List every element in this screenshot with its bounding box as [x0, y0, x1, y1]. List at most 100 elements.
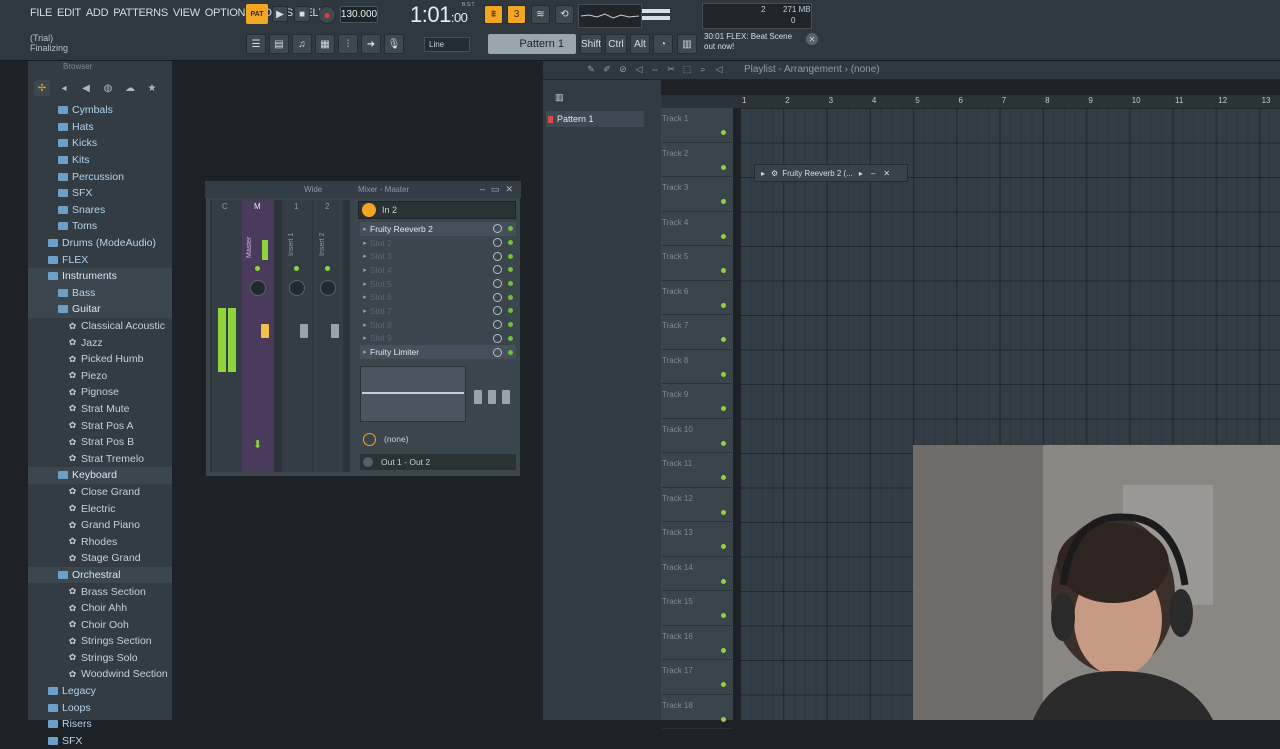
- news-close-button[interactable]: ✕: [806, 33, 818, 45]
- browser-folder-item[interactable]: Cymbals: [28, 102, 172, 119]
- news-panel[interactable]: 30:01 FLEX: Beat Scene out now!: [704, 32, 792, 52]
- effect-slot[interactable]: ▸ Slot 5: [360, 277, 516, 291]
- browser-folder-item[interactable]: FLEX: [28, 251, 172, 268]
- playback-icon[interactable]: ◁: [712, 64, 726, 75]
- track-header[interactable]: Track 9: [662, 384, 732, 419]
- slot-mix-knob[interactable]: [493, 224, 502, 234]
- track-header[interactable]: Track 3: [662, 177, 732, 212]
- track-header[interactable]: Track 12: [662, 488, 732, 522]
- track-enable-led[interactable]: [721, 268, 726, 273]
- tempo-display[interactable]: 130.000: [340, 6, 378, 23]
- mixer-strip-master[interactable]: M Master ⬇: [242, 200, 274, 472]
- effect-slot[interactable]: ▸ Slot 2: [360, 236, 516, 250]
- slot-mix-knob[interactable]: [493, 306, 502, 316]
- close-icon[interactable]: ✕: [506, 184, 514, 195]
- effect-slot[interactable]: ▸ Fruity Reeverb 2: [360, 222, 516, 236]
- eq-low-fader[interactable]: [474, 390, 482, 404]
- track-header[interactable]: Track 15: [662, 591, 732, 626]
- arrow-right-icon[interactable]: ▸: [859, 169, 863, 178]
- insert1-fader[interactable]: [300, 324, 308, 338]
- pat-song-toggle[interactable]: PAT: [246, 4, 268, 24]
- menu-view[interactable]: VIEW: [173, 7, 200, 19]
- insert1-pan-knob[interactable]: [289, 280, 305, 296]
- track-header[interactable]: Track 18: [662, 695, 732, 729]
- effect-slot[interactable]: ▸ Slot 7: [360, 304, 516, 318]
- slot-mix-knob[interactable]: [493, 292, 502, 302]
- effect-slot[interactable]: ▸ Slot 4: [360, 263, 516, 277]
- slot-mix-knob[interactable]: [493, 333, 502, 343]
- slot-enable-led[interactable]: [508, 281, 513, 287]
- tempo-tap-button[interactable]: ◔: [653, 34, 673, 54]
- track-header[interactable]: Track 10: [662, 419, 732, 453]
- gear-icon[interactable]: ⚙: [771, 169, 778, 178]
- mixer-strip-insert-1[interactable]: 1 Insert 1: [282, 200, 312, 472]
- browser-folder-item[interactable]: Drums (ModeAudio): [28, 235, 172, 252]
- track-header[interactable]: Track 17: [662, 660, 732, 695]
- browser-plugin-item[interactable]: ✿ Strings Section: [28, 633, 172, 650]
- track-enable-led[interactable]: [721, 233, 726, 239]
- browser-folder-item[interactable]: Loops: [28, 699, 172, 716]
- maximize-icon[interactable]: ▭: [491, 184, 500, 195]
- news-button[interactable]: ▥: [677, 34, 697, 54]
- song-position[interactable]: 1:01:00: [410, 2, 468, 28]
- play-button[interactable]: ▶: [272, 6, 288, 22]
- browser-plugin-item[interactable]: ✿ Woodwind Section: [28, 666, 172, 683]
- collapse-icon[interactable]: ▸: [761, 169, 765, 178]
- mixer-track-select[interactable]: (none): [360, 431, 516, 447]
- browser-button[interactable]: ▦: [315, 34, 335, 54]
- stop-button[interactable]: ■: [294, 6, 310, 22]
- browser-folder-item[interactable]: Kicks: [28, 135, 172, 152]
- master-fader[interactable]: [261, 324, 269, 338]
- piano-roll-button[interactable]: ♫: [292, 34, 312, 54]
- alt-button[interactable]: Alt: [630, 34, 650, 54]
- insert2-pan-knob[interactable]: [320, 280, 336, 296]
- menu-add[interactable]: ADD: [86, 7, 109, 19]
- track-header[interactable]: Track 2: [662, 143, 732, 177]
- slot-enable-led[interactable]: [508, 335, 513, 341]
- track-enable-led[interactable]: [721, 509, 726, 515]
- mute-icon[interactable]: ◁: [632, 64, 646, 75]
- track-header[interactable]: Track 5: [662, 246, 732, 281]
- track-header[interactable]: Track 8: [662, 350, 732, 384]
- minimize-icon[interactable]: –: [871, 169, 875, 178]
- pattern-selector[interactable]: Pattern 1: [488, 34, 576, 54]
- browser-folder-item[interactable]: SFX: [28, 185, 172, 202]
- slot-enable-led[interactable]: [508, 253, 513, 259]
- mixer-output-select[interactable]: Out 1 - Out 2: [360, 454, 516, 470]
- browser-plugin-item[interactable]: ✿ Stage Grand: [28, 550, 172, 567]
- browser-all-button[interactable]: ✢: [34, 80, 50, 96]
- playlist-button[interactable]: ☰: [246, 34, 266, 54]
- mixer-view-mode[interactable]: Wide: [304, 185, 322, 194]
- zoom-icon[interactable]: ⌕: [696, 64, 710, 75]
- slot-enable-led[interactable]: [508, 226, 513, 232]
- browser-plugin-item[interactable]: ✿ Rhodes: [28, 533, 172, 550]
- browser-folder-item[interactable]: Kits: [28, 152, 172, 169]
- effect-slot[interactable]: ▸ Slot 8: [360, 318, 516, 332]
- eq-display[interactable]: [360, 366, 466, 422]
- picker-pattern-1[interactable]: Pattern 1: [546, 111, 644, 127]
- track-header[interactable]: Track 11: [662, 453, 732, 488]
- track-header[interactable]: Track 16: [662, 626, 732, 660]
- slip-icon[interactable]: ⇔: [648, 64, 662, 75]
- slot-mix-knob[interactable]: [493, 265, 502, 275]
- eq-mid-fader[interactable]: [488, 390, 496, 404]
- browser-folder-item[interactable]: Instruments: [28, 267, 172, 285]
- browser-folder-item[interactable]: SFX: [28, 733, 172, 749]
- track-enable-led[interactable]: [721, 578, 726, 584]
- slot-mix-knob[interactable]: [493, 238, 502, 248]
- picker-toggle[interactable]: ▥: [555, 92, 567, 103]
- mic-button[interactable]: 🎙: [384, 34, 404, 54]
- effect-slot[interactable]: ▸ Fruity Limiter: [360, 345, 516, 359]
- minimize-icon[interactable]: –: [480, 184, 485, 195]
- track-enable-led[interactable]: [721, 130, 726, 135]
- browser-speaker-button[interactable]: ◀: [78, 80, 94, 96]
- effect-slot[interactable]: ▸ Slot 9: [360, 332, 516, 346]
- track-header[interactable]: Track 4: [662, 212, 732, 246]
- slot-mix-knob[interactable]: [493, 279, 502, 289]
- mixer-strip-current[interactable]: C: [212, 200, 242, 472]
- slot-enable-led[interactable]: [508, 308, 513, 314]
- browser-plugin-item[interactable]: ✿ Classical Acoustic: [28, 318, 172, 335]
- browser-folder-item[interactable]: Hats: [28, 119, 172, 136]
- browser-folder-item[interactable]: Snares: [28, 202, 172, 219]
- browser-plugin-item[interactable]: ✿ Strat Mute: [28, 401, 172, 418]
